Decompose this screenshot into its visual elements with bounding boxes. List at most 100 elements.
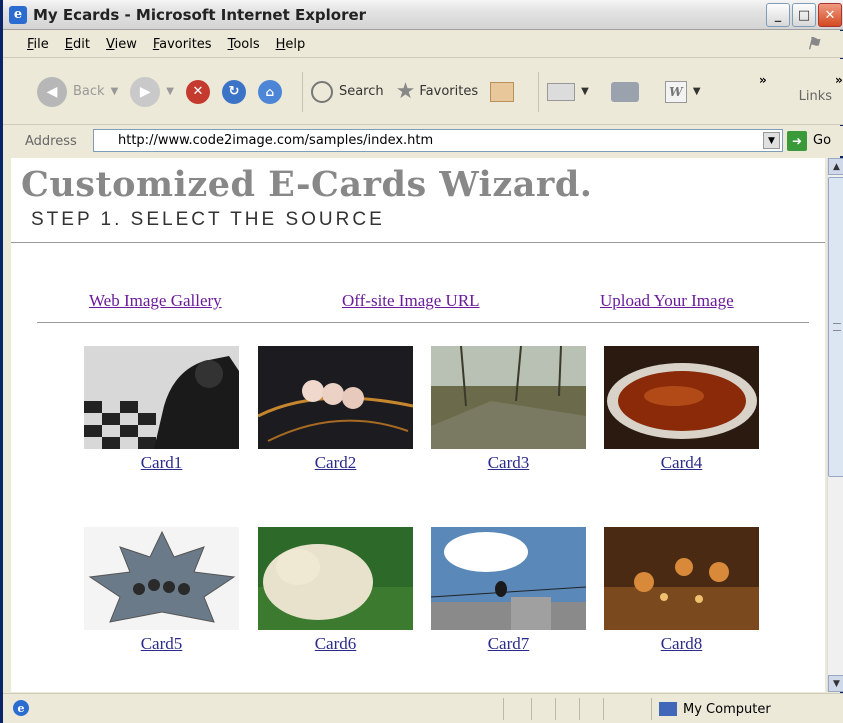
page-title: Customized E-Cards Wizard. [21,164,593,205]
scroll-up-icon[interactable]: ▲ [828,158,843,175]
favorites-button[interactable]: ★ Favorites [396,79,478,104]
divider [37,322,809,323]
card-3[interactable]: Card3 [431,346,586,473]
upload-your-image-link[interactable]: Upload Your Image [600,291,734,311]
pearls-image[interactable] [258,346,413,449]
bird-speech-bubble-image[interactable] [431,527,586,630]
menu-tools[interactable]: Tools [228,37,260,52]
print-button[interactable] [601,81,639,102]
menu-edit[interactable]: Edit [65,37,90,52]
stop-button[interactable]: ✕ [185,79,210,104]
card-8[interactable]: Card8 [604,527,759,654]
address-url: http://www.code2image.com/samples/index.… [118,133,434,148]
search-label: Search [338,84,384,99]
close-button[interactable]: ✕ [818,3,842,27]
forest-path-image[interactable] [431,346,586,449]
windows-flag-icon: ⚑ [806,34,821,53]
status-separator [651,698,652,720]
maximize-button[interactable]: □ [792,3,816,27]
menu-bar: File Edit View Favorites Tools Help [3,31,843,58]
card-6-link[interactable]: Card6 [258,634,413,654]
title-bar[interactable]: e My Ecards - Microsoft Internet Explore… [3,0,843,30]
browser-window: e My Ecards - Microsoft Internet Explore… [0,0,843,723]
offsite-image-url-link[interactable]: Off-site Image URL [342,291,480,311]
address-dropdown-icon[interactable]: ▼ [763,132,780,149]
security-zone-label: My Computer [683,702,771,717]
card-7[interactable]: Card7 [431,527,586,654]
toolbar-separator [538,71,540,112]
toolbar-separator [301,71,303,112]
scroll-grip-icon [833,323,841,331]
status-separator [579,698,580,720]
menu-file[interactable]: File [27,37,49,52]
go-button[interactable]: Go [813,133,831,148]
scroll-down-icon[interactable]: ▼ [828,675,843,692]
print-icon [610,81,639,102]
back-dropdown-icon[interactable]: ▼ [111,86,119,97]
stop-icon: ✕ [185,79,210,104]
divider [11,242,825,243]
standard-toolbar: ◀ Back ▼ ▶ ▼ ✕ ↻ ⌂ Search ★ Favorites ▼ … [3,59,843,125]
card-3-link[interactable]: Card3 [431,453,586,473]
menu-view[interactable]: View [106,37,137,52]
favorites-star-icon: ★ [395,79,416,104]
card-8-link[interactable]: Card8 [604,634,759,654]
ie-logo-icon: e [9,5,27,24]
card-2[interactable]: Card2 [258,346,413,473]
leaf-group-photo-image[interactable] [84,527,239,630]
chess-knight-image[interactable] [84,346,239,449]
card-1[interactable]: Card1 [84,346,239,473]
my-computer-icon [659,702,677,716]
status-separator [503,698,504,720]
card-2-link[interactable]: Card2 [258,453,413,473]
card-4[interactable]: Card4 [604,346,759,473]
card-1-link[interactable]: Card1 [84,453,239,473]
window-controls: _ □ ✕ [766,3,842,27]
address-input[interactable]: http://www.code2image.com/samples/index.… [93,129,783,152]
mail-button[interactable]: ▼ [547,82,589,101]
scroll-thumb[interactable] [828,177,843,477]
white-cat-image[interactable] [258,527,413,630]
status-separator [555,698,556,720]
back-button[interactable]: ◀ Back ▼ [37,76,119,107]
edit-dropdown-icon[interactable]: ▼ [693,86,701,97]
menu-help[interactable]: Help [276,37,306,52]
go-arrow-icon[interactable]: ➜ [787,131,807,151]
address-label: Address [25,133,77,149]
links-label[interactable]: Links [799,89,832,104]
forward-dropdown-icon[interactable]: ▼ [166,86,174,97]
home-icon: ⌂ [257,79,282,104]
refresh-button[interactable]: ↻ [221,79,246,104]
home-button[interactable]: ⌂ [257,79,282,104]
back-arrow-icon: ◀ [37,76,67,107]
card-7-link[interactable]: Card7 [431,634,586,654]
page-status-icon: e [13,700,29,716]
mail-dropdown-icon[interactable]: ▼ [581,86,589,97]
minimize-button[interactable]: _ [766,3,790,27]
soup-pot-image[interactable] [604,346,759,449]
card-5[interactable]: Card5 [84,527,239,654]
address-bar: Address http://www.code2image.com/sample… [3,126,843,156]
search-button[interactable]: Search [310,80,384,103]
forward-button[interactable]: ▶ ▼ [130,76,174,107]
menu-favorites[interactable]: Favorites [153,37,212,52]
media-button[interactable] [490,81,518,102]
edit-button[interactable]: W ▼ [651,80,701,103]
search-icon [310,80,333,103]
card-6[interactable]: Card6 [258,527,413,654]
mail-icon [547,82,576,101]
window-title: My Ecards - Microsoft Internet Explorer [33,5,367,24]
forward-arrow-icon: ▶ [130,76,161,107]
status-separator [603,698,604,720]
step-title: STEP 1. SELECT THE SOURCE [31,209,385,230]
status-bar: e My Computer [3,693,843,723]
toolbar-overflow-icon[interactable]: » [759,73,767,87]
card-4-link[interactable]: Card4 [604,453,759,473]
card-5-link[interactable]: Card5 [84,634,239,654]
back-label: Back [73,84,105,99]
links-overflow-icon[interactable]: » [835,73,843,87]
page-content: Customized E-Cards Wizard. STEP 1. SELEC… [11,158,825,692]
party-photo-image[interactable] [604,527,759,630]
vertical-scrollbar[interactable]: ▲ ▼ [827,158,843,692]
web-image-gallery-link[interactable]: Web Image Gallery [89,291,222,311]
